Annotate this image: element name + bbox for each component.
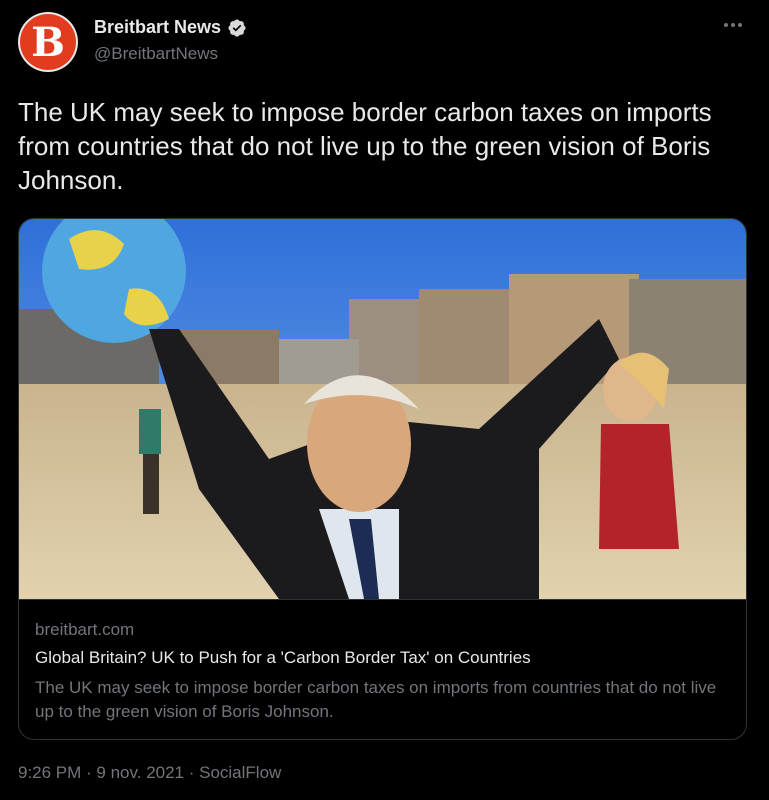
card-domain: breitbart.com [35, 620, 135, 639]
author-avatar[interactable]: B [18, 12, 78, 72]
card-body: breitbart.com Global Britain? UK to Push… [19, 599, 746, 739]
tweet-timestamp[interactable]: 9:26 PM · 9 nov. 2021 · SocialFlow [18, 763, 281, 783]
author-handle[interactable]: @BreitbartNews [94, 44, 218, 64]
card-title[interactable]: Global Britain? UK to Push for a 'Carbon… [35, 648, 531, 668]
more-options-icon[interactable] [719, 14, 747, 36]
breitbart-logo-icon: B [20, 14, 76, 70]
link-card[interactable]: breitbart.com Global Britain? UK to Push… [18, 218, 747, 740]
tweet-text: The UK may seek to impose border carbon … [18, 97, 712, 195]
author-name-row: Breitbart News [94, 17, 247, 38]
avatar-letter: B [31, 19, 65, 66]
card-description: The UK may seek to impose border carbon … [35, 678, 717, 721]
verified-badge-icon [228, 18, 246, 37]
author-display-name[interactable]: Breitbart News [94, 17, 221, 38]
card-image [19, 219, 746, 599]
